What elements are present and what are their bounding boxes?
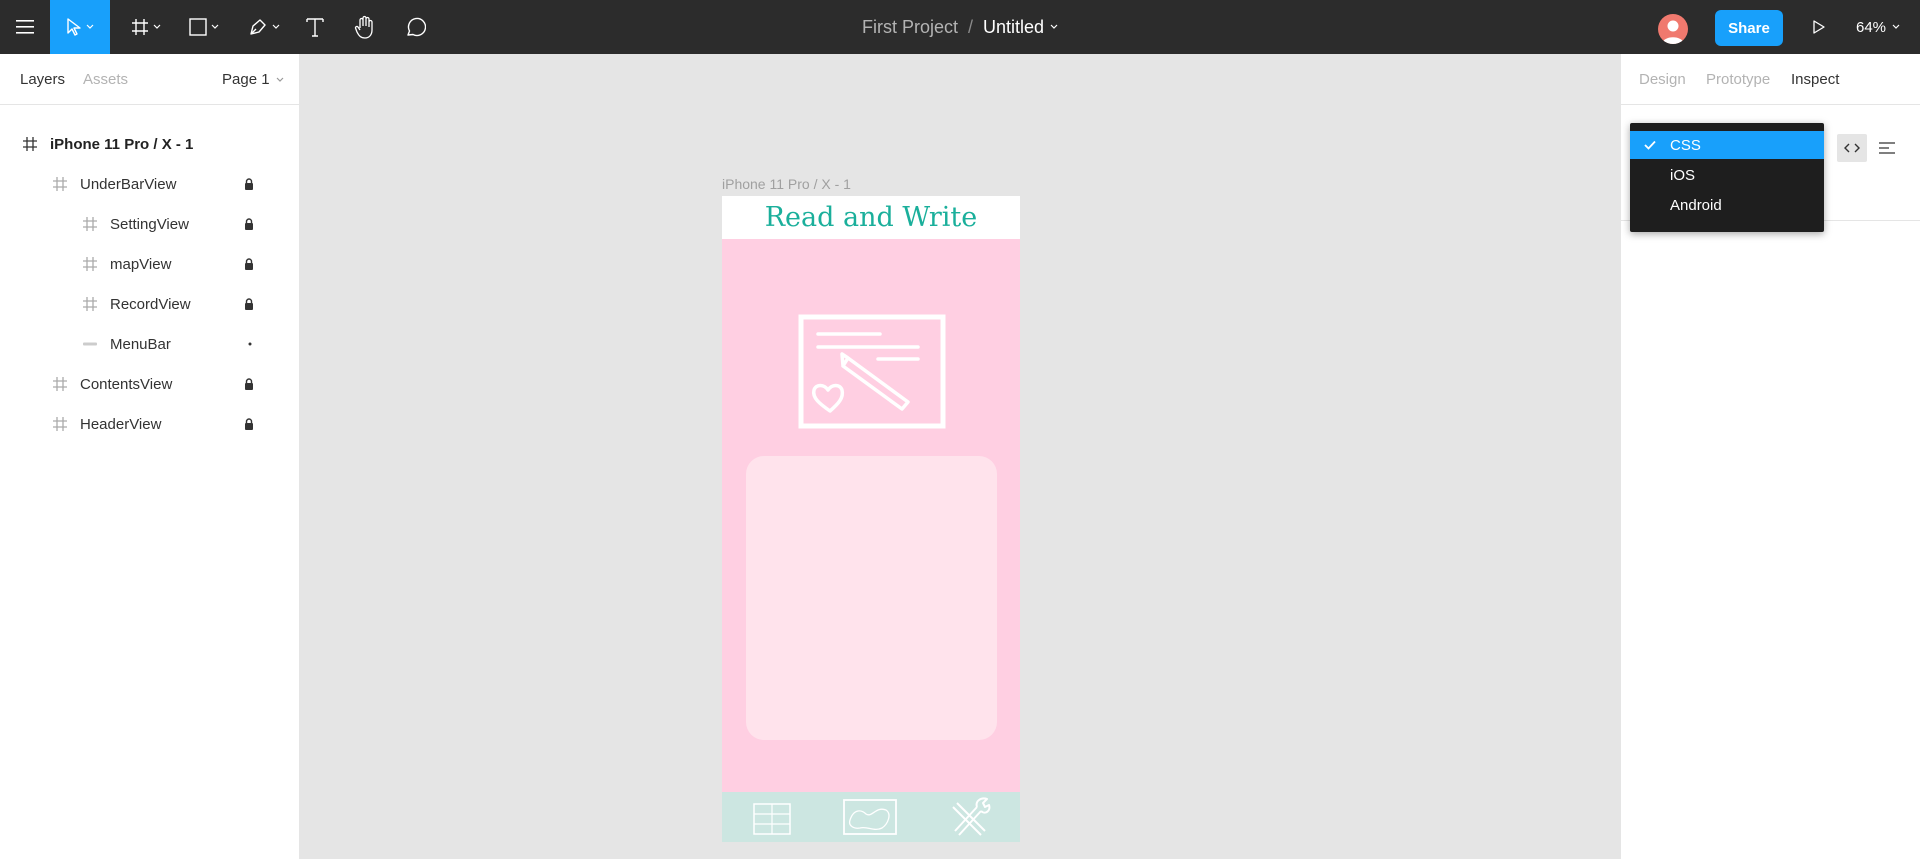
document-title: First Project / Untitled [0, 0, 1920, 54]
tab-layers[interactable]: Layers [20, 71, 65, 88]
chevron-down-icon [276, 77, 283, 82]
layer-name: ContentsView [80, 375, 173, 393]
user-icon [1662, 20, 1684, 44]
layer-name: RecordView [110, 295, 191, 313]
chevron-down-icon [272, 24, 280, 29]
lock-icon[interactable] [244, 218, 254, 230]
dropdown-option-ios[interactable]: iOS [1630, 161, 1824, 189]
lock-icon[interactable] [244, 258, 254, 270]
map-view-icon[interactable] [842, 798, 898, 836]
user-avatar[interactable] [1658, 14, 1688, 44]
move-tool-button[interactable] [50, 0, 110, 54]
frame-icon [53, 417, 67, 431]
comment-tool-button[interactable] [400, 0, 430, 54]
frame-tool-icon [132, 19, 148, 35]
comment-tool-icon [407, 17, 426, 37]
move-tool-icon [67, 18, 81, 36]
code-language-dropdown[interactable]: CSS iOS Android [1630, 123, 1824, 232]
phone-frame[interactable]: Read and Write [722, 196, 1020, 842]
shape-tool-button[interactable] [182, 0, 226, 54]
layer-row[interactable]: MenuBar [0, 324, 299, 364]
layers-panel: Layers Assets Page 1 iPhone 11 Pro / X -… [0, 54, 300, 859]
chevron-down-icon [1050, 24, 1058, 29]
write-illustration-icon [798, 314, 946, 429]
record-view-icon[interactable] [752, 800, 792, 836]
tab-design[interactable]: Design [1639, 71, 1686, 88]
hand-tool-icon [354, 15, 373, 39]
check-icon [1644, 140, 1656, 150]
dot-icon[interactable] [248, 342, 252, 346]
layer-name: HeaderView [80, 415, 162, 433]
hand-tool-button[interactable] [350, 0, 380, 54]
frame-tool-button[interactable] [124, 0, 168, 54]
layer-name: iPhone 11 Pro / X - 1 [50, 135, 194, 153]
zoom-level: 64% [1856, 18, 1887, 36]
layer-row[interactable]: RecordView [0, 284, 299, 324]
dropdown-option-css[interactable]: CSS [1630, 131, 1824, 159]
underbar-view[interactable] [722, 792, 1020, 842]
menu-icon [16, 20, 34, 34]
title-separator: / [967, 16, 973, 37]
shape-tool-icon [189, 18, 207, 36]
layer-row[interactable]: mapView [0, 244, 299, 284]
toolbar: First Project / Untitled Share 64% [0, 0, 1920, 54]
left-panel-tabs: Layers Assets Page 1 [0, 54, 299, 105]
frame-icon [83, 257, 97, 271]
tab-assets[interactable]: Assets [83, 71, 128, 88]
page-name: Page 1 [222, 71, 270, 88]
code-icon [1844, 143, 1860, 153]
chevron-down-icon [153, 24, 161, 29]
main-menu-button[interactable] [0, 0, 50, 54]
share-button[interactable]: Share [1715, 10, 1783, 46]
header-view[interactable]: Read and Write [722, 196, 1020, 239]
project-name[interactable]: First Project [862, 17, 958, 38]
layer-row[interactable]: ContentsView [0, 364, 299, 404]
layer-row[interactable]: HeaderView [0, 404, 299, 444]
dropdown-option-android[interactable]: Android [1630, 191, 1824, 219]
tab-divider [1621, 104, 1920, 105]
page-selector[interactable]: Page 1 [222, 71, 284, 88]
code-view-button[interactable] [1837, 134, 1867, 162]
play-icon [1813, 20, 1825, 34]
zoom-control[interactable]: 64% [1856, 0, 1900, 54]
option-label: iOS [1670, 166, 1696, 184]
setting-view-icon[interactable] [947, 797, 993, 837]
frame-icon [53, 377, 67, 391]
lock-icon[interactable] [244, 298, 254, 310]
chevron-down-icon [86, 24, 94, 29]
option-label: CSS [1670, 136, 1701, 154]
rectangle-icon [83, 342, 97, 346]
pen-tool-button[interactable] [242, 0, 286, 54]
option-label: Android [1670, 196, 1722, 214]
list-icon [1879, 142, 1895, 154]
text-tool-button[interactable] [300, 0, 330, 54]
text-tool-icon [306, 18, 324, 37]
lock-icon[interactable] [244, 418, 254, 430]
layer-name: mapView [110, 255, 172, 273]
file-name-label: Untitled [983, 16, 1045, 37]
pen-tool-icon [250, 19, 266, 35]
contents-view[interactable] [746, 456, 997, 740]
layer-row[interactable]: iPhone 11 Pro / X - 1 [0, 124, 299, 164]
frame-label[interactable]: iPhone 11 Pro / X - 1 [722, 176, 851, 192]
layer-row[interactable]: SettingView [0, 204, 299, 244]
tab-prototype[interactable]: Prototype [1706, 71, 1770, 88]
lock-icon[interactable] [244, 178, 254, 190]
chevron-down-icon [1892, 24, 1900, 29]
frame-icon [53, 177, 67, 191]
list-view-button[interactable] [1873, 134, 1901, 162]
chevron-down-icon [211, 24, 219, 29]
file-name[interactable]: Untitled [983, 17, 1058, 38]
layer-name: SettingView [110, 215, 189, 233]
present-button[interactable] [1804, 0, 1834, 54]
tab-inspect[interactable]: Inspect [1791, 71, 1839, 88]
header-title: Read and Write [764, 202, 978, 233]
frame-icon [83, 297, 97, 311]
layer-name: UnderBarView [80, 175, 177, 193]
layer-name: MenuBar [110, 335, 171, 353]
frame-icon [83, 217, 97, 231]
lock-icon[interactable] [244, 378, 254, 390]
layer-row[interactable]: UnderBarView [0, 164, 299, 204]
frame-icon [23, 137, 37, 151]
